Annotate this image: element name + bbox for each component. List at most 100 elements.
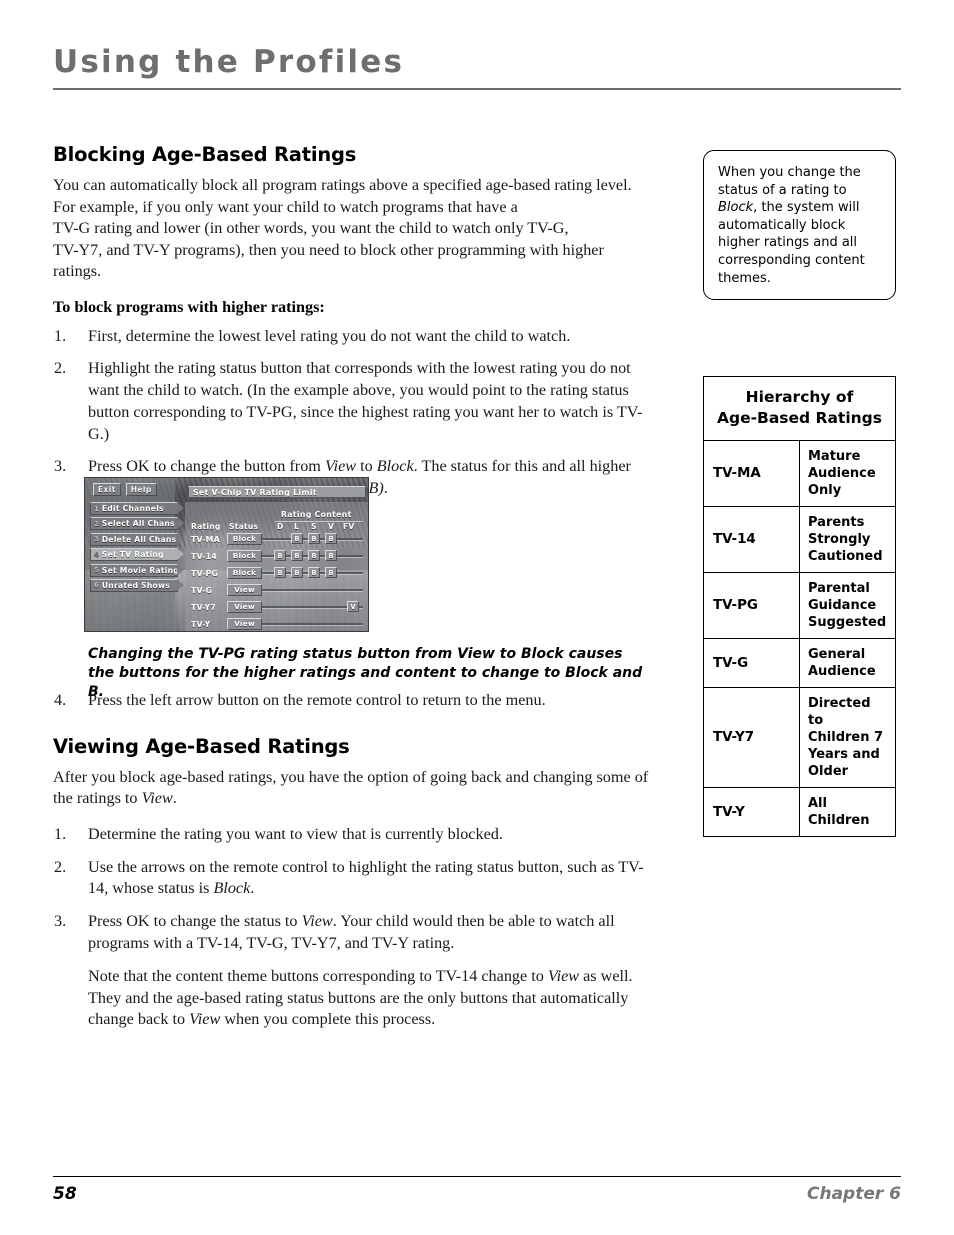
rating-code: TV-14 xyxy=(703,506,800,573)
list-item: 3. Press OK to change the status to View… xyxy=(53,911,653,955)
tv-menu-item-select-all-chans[interactable]: 2 Select All Chans xyxy=(90,517,184,531)
tv-content-box-l[interactable]: B xyxy=(291,567,303,578)
tv-content-box-fv[interactable]: V xyxy=(347,601,359,612)
desc-line: Years and Older xyxy=(808,747,880,779)
tv-content-label: B xyxy=(311,534,317,543)
tv-content-box-v[interactable]: B xyxy=(325,567,337,578)
table-row: TV-Y7 View V xyxy=(191,600,366,617)
rating-code: TV-MA xyxy=(703,440,800,507)
intro-line-1: You can automatically block all program … xyxy=(53,176,632,194)
table-row: TV-Y All Children xyxy=(703,787,896,837)
tv-content-label: B xyxy=(277,568,283,577)
document-page: Using the Profiles Blocking Age-Based Ra… xyxy=(0,0,954,1235)
tv-content-box-l[interactable]: B xyxy=(291,550,303,561)
table-row: TV-14 Parents Strongly Cautioned xyxy=(703,506,896,573)
table-title-line-2: Age-Based Ratings xyxy=(716,409,882,427)
intro-line-2: For example, if you only want your child… xyxy=(53,197,518,216)
step-text-fragment: Use the arrows on the remote control to … xyxy=(88,857,644,898)
section2-intro: After you block age-based ratings, you h… xyxy=(53,767,653,810)
tv-menu-label: Set Movie Rating xyxy=(101,565,179,575)
list-item: 1. First, determine the lowest level rat… xyxy=(53,326,653,348)
tv-status-label: View xyxy=(234,619,255,628)
note-fragment: Note that the content theme buttons corr… xyxy=(88,966,548,985)
table-row: TV-PG Block B B B B xyxy=(191,566,366,583)
emphasis-view: View xyxy=(141,789,173,808)
tv-status-button[interactable]: Block xyxy=(227,532,262,545)
tv-row-rating: TV-14 xyxy=(191,552,217,561)
help-button[interactable]: Help xyxy=(125,483,157,496)
tv-menu-label: Select All Chans xyxy=(101,519,175,529)
tv-content-box-l[interactable]: B xyxy=(291,533,303,544)
tv-content-box-s[interactable]: B xyxy=(308,533,320,544)
emphasis-block: Block xyxy=(213,879,251,898)
list-item: 2. Highlight the rating status button th… xyxy=(53,358,653,445)
rating-content-header: Rating Content xyxy=(281,510,352,519)
grid-header-status: Status xyxy=(229,522,259,531)
tv-menu-item-set-tv-rating[interactable]: 4 Set TV Rating xyxy=(90,548,184,562)
tv-status-button[interactable]: Block xyxy=(227,549,262,562)
grid-header-d: D xyxy=(277,522,284,531)
table-row: TV-G View xyxy=(191,583,366,600)
table-title-line-1: Hierarchy of xyxy=(745,388,854,406)
tv-status-label: Block xyxy=(232,568,257,577)
viewing-steps-list: 1. Determine the rating you want to view… xyxy=(53,824,653,955)
tv-menu-label: Edit Channels xyxy=(101,504,164,513)
tv-content-box-v[interactable]: B xyxy=(325,533,337,544)
tv-menu-item-set-movie-rating[interactable]: 5 Set Movie Rating xyxy=(90,563,184,577)
desc-line: Audience xyxy=(808,664,876,679)
tv-content-label: B xyxy=(311,551,317,560)
step-text: Press OK to change the status to View. Y… xyxy=(88,912,615,952)
tv-status-button[interactable]: View xyxy=(227,583,262,596)
grid-header-rating: Rating xyxy=(191,522,221,531)
table-row: TV-Y7 Directed to Children 7 Years and O… xyxy=(703,687,896,788)
tv-status-button[interactable]: View xyxy=(227,617,262,630)
step-text-fragment: to xyxy=(356,457,377,476)
grid-header-l: L xyxy=(294,522,300,531)
desc-line: Cautioned xyxy=(808,549,883,564)
tv-content-box-d[interactable]: B xyxy=(274,567,286,578)
desc-line: Suggested xyxy=(808,615,887,630)
step-number: 4. xyxy=(54,691,67,709)
tv-menu-number: 6 xyxy=(94,581,99,590)
tv-status-label: View xyxy=(234,602,255,611)
tv-menu-list: 1 Edit Channels 2 Select All Chans 3 Del… xyxy=(90,502,184,594)
step-number: 3. xyxy=(54,457,67,476)
tv-menu-item-delete-all-chans[interactable]: 3 Delete All Chans xyxy=(90,532,184,546)
tv-content-label: B xyxy=(328,551,334,560)
grid-header-fv: FV xyxy=(343,522,355,531)
emphasis-view: View xyxy=(301,912,333,931)
tv-menu-item-edit-channels[interactable]: 1 Edit Channels xyxy=(90,502,184,515)
tv-status-button[interactable]: View xyxy=(227,600,262,613)
tv-row-rating: TV-PG xyxy=(191,569,219,578)
tv-menu-item-unrated-shows[interactable]: 6 Unrated Shows xyxy=(90,578,184,592)
desc-line: Guidance xyxy=(808,598,877,613)
table-row: TV-MA Block B B B xyxy=(191,532,366,549)
step-text-fragment: Press OK to change the status to xyxy=(88,912,302,931)
page-number: 58 xyxy=(53,1184,77,1204)
main-content-column-lower: 4. Press the left arrow button on the re… xyxy=(53,690,653,1031)
tv-content-box-d[interactable]: B xyxy=(274,550,286,561)
intro-paragraph: You can automatically block all program … xyxy=(53,175,653,283)
step-text: Determine the rating you want to view th… xyxy=(88,824,503,843)
tv-content-box-v[interactable]: B xyxy=(325,550,337,561)
emphasis-view: View xyxy=(324,457,357,476)
intro-line-5: ratings. xyxy=(53,262,102,280)
exit-button[interactable]: Exit xyxy=(93,483,121,496)
step-text: Highlight the rating status button that … xyxy=(88,359,643,443)
tv-row-rating: TV-Y xyxy=(191,620,211,629)
step-text: Use the arrows on the remote control to … xyxy=(88,858,644,898)
step-number: 3. xyxy=(54,912,67,931)
table-row: TV-MA Mature Audience Only xyxy=(703,440,896,507)
note-fragment: when you complete this process. xyxy=(220,1010,436,1029)
tv-status-button[interactable]: Block xyxy=(227,566,262,579)
emphasis-b: B) xyxy=(368,479,384,498)
tv-content-box-s[interactable]: B xyxy=(308,567,320,578)
chapter-label: Chapter 6 xyxy=(806,1184,901,1204)
desc-line: Children 7 xyxy=(808,730,884,745)
rating-description: Directed to Children 7 Years and Older xyxy=(799,687,896,788)
tv-menu-number: 4 xyxy=(94,550,99,559)
tv-content-label: B xyxy=(311,568,317,577)
tv-content-box-s[interactable]: B xyxy=(308,550,320,561)
page-title: Using the Profiles xyxy=(53,44,405,80)
emphasis-view: View xyxy=(547,966,580,985)
